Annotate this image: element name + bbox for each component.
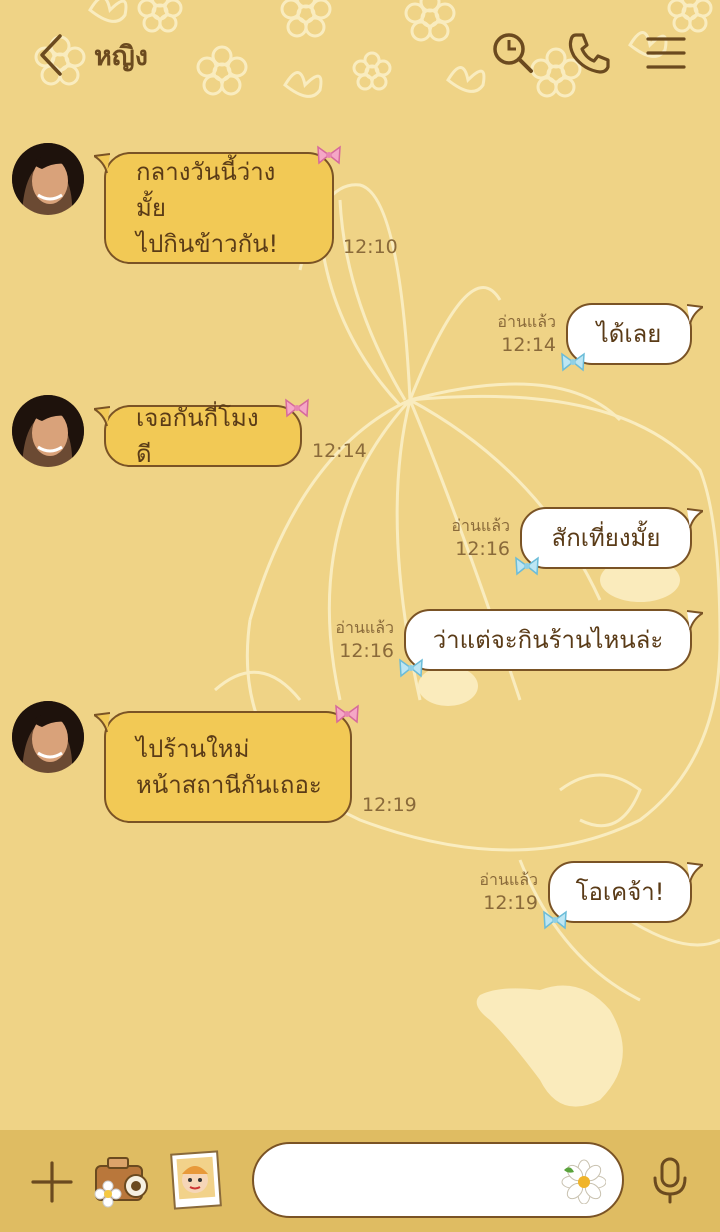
composer-bar xyxy=(0,1130,720,1232)
message-time: 12:10 xyxy=(343,236,398,258)
message-time: 12:14 xyxy=(501,334,556,356)
message-text: เจอกันกี่โมงดี xyxy=(136,404,259,468)
message-meta: อ่านแล้ว 12:14 xyxy=(497,312,556,358)
contact-avatar[interactable] xyxy=(12,143,84,215)
read-receipt: อ่านแล้ว xyxy=(479,870,538,889)
message-text: ไปร้านใหม่ หน้าสถานีกันเถอะ xyxy=(136,735,322,799)
chat-header: หญิง xyxy=(0,0,720,108)
camera-icon[interactable] xyxy=(92,1152,152,1210)
menu-icon[interactable] xyxy=(644,30,690,76)
message-bubble[interactable]: กลางวันนี้ว่างมั้ย ไปกินข้าวกัน! xyxy=(94,145,341,264)
message-text: ว่าแต่จะกินร้านไหนล่ะ xyxy=(432,626,664,654)
message-bubble[interactable]: สักเที่ยงมั้ย xyxy=(515,507,703,576)
read-receipt: อ่านแล้ว xyxy=(497,312,556,331)
contact-avatar[interactable] xyxy=(12,395,84,467)
message-text: โอเคจ้า! xyxy=(575,878,665,906)
message-time: 12:16 xyxy=(455,538,510,560)
ribbon-bow-icon xyxy=(561,352,585,372)
microphone-icon[interactable] xyxy=(650,1156,690,1206)
message-text: ได้เลย xyxy=(596,320,662,348)
flower-sticker-icon[interactable] xyxy=(560,1158,606,1204)
read-receipt: อ่านแล้ว xyxy=(335,618,394,637)
ribbon-bow-icon xyxy=(335,704,359,724)
message-bubble[interactable]: เจอกันกี่โมงดี xyxy=(94,398,309,468)
character-hand xyxy=(476,985,623,1107)
ribbon-bow-icon xyxy=(515,556,539,576)
ribbon-bow-icon xyxy=(317,145,341,165)
plus-icon[interactable] xyxy=(30,1160,74,1204)
message-meta: อ่านแล้ว 12:16 xyxy=(335,618,394,664)
search-icon[interactable] xyxy=(490,30,536,76)
character-eye xyxy=(418,666,478,706)
message-bubble[interactable]: ไปร้านใหม่ หน้าสถานีกันเถอะ xyxy=(94,704,359,823)
back-chevron-icon[interactable] xyxy=(30,30,76,80)
message-text: สักเที่ยงมั้ย xyxy=(551,524,661,552)
message-time: 12:16 xyxy=(339,640,394,662)
message-bubble[interactable]: ว่าแต่จะกินร้านไหนล่ะ xyxy=(399,609,703,678)
message-time: 12:19 xyxy=(483,892,538,914)
phone-icon[interactable] xyxy=(566,30,612,76)
ribbon-bow-icon xyxy=(399,658,423,678)
message-time: 12:14 xyxy=(312,440,367,462)
message-meta: อ่านแล้ว 12:19 xyxy=(479,870,538,916)
message-text: กลางวันนี้ว่างมั้ย ไปกินข้าวกัน! xyxy=(136,158,279,258)
chat-title[interactable]: หญิง xyxy=(94,34,148,77)
contact-avatar[interactable] xyxy=(12,701,84,773)
message-bubble[interactable]: ได้เลย xyxy=(561,303,703,372)
ribbon-bow-icon xyxy=(285,398,309,418)
read-receipt: อ่านแล้ว xyxy=(451,516,510,535)
ribbon-bow-icon xyxy=(543,910,567,930)
message-bubble[interactable]: โอเคจ้า! xyxy=(543,861,703,930)
message-meta: อ่านแล้ว 12:16 xyxy=(451,516,510,562)
message-time: 12:19 xyxy=(362,794,417,816)
photo-icon[interactable] xyxy=(170,1150,224,1210)
